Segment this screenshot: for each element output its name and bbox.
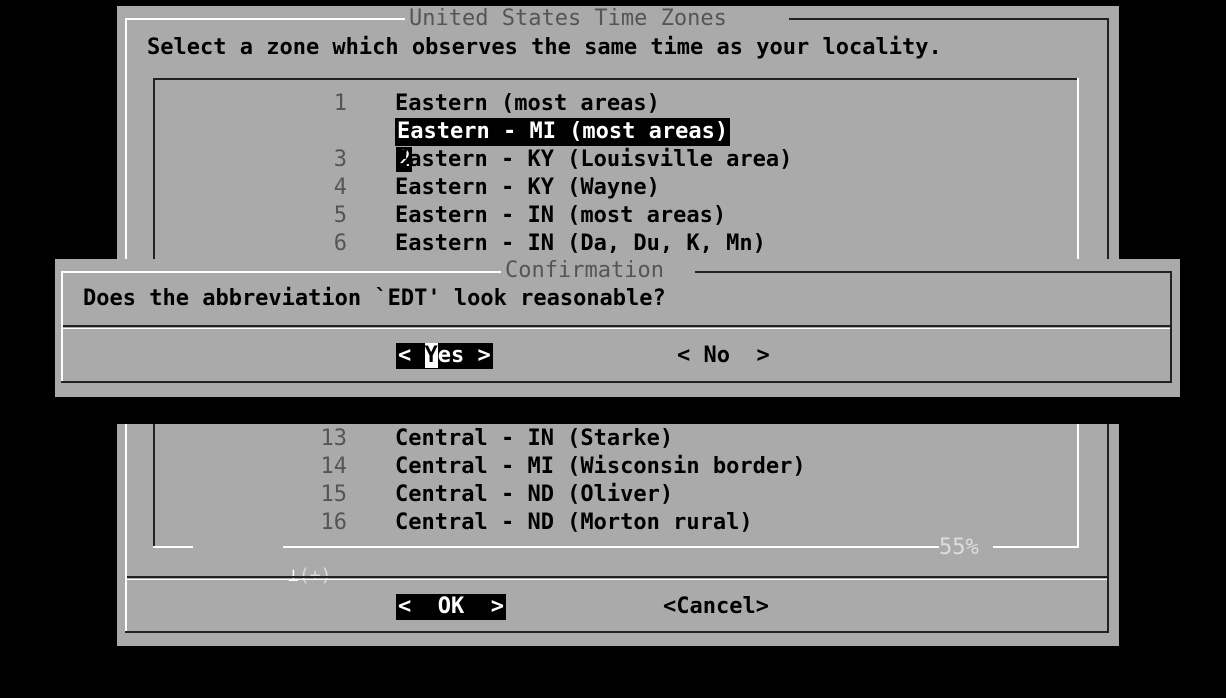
- button-separator-light: [127, 579, 1107, 580]
- confirm-border-left: [61, 271, 63, 383]
- cancel-button[interactable]: <Cancel>: [661, 594, 771, 620]
- list-item[interactable]: Eastern - IN (Da, Du, K, Mn): [395, 230, 766, 258]
- confirm-border-top-right: [695, 271, 1172, 273]
- list-item-number: 15: [320, 482, 348, 507]
- main-dialog-title: United States Time Zones: [409, 6, 727, 31]
- list-item[interactable]: Central - IN (Starke): [395, 425, 673, 453]
- yes-button[interactable]: < Yes >: [396, 343, 493, 369]
- list-item-number: 3: [333, 147, 347, 172]
- main-dialog-border-top-right: [789, 18, 1109, 20]
- main-dialog-prompt: Select a zone which observes the same ti…: [147, 35, 942, 60]
- confirmation-title: Confirmation: [505, 258, 664, 283]
- scroll-percent: 55%: [939, 535, 979, 560]
- list-item-number: 14: [320, 454, 348, 479]
- list-item[interactable]: Eastern (most areas): [395, 90, 660, 118]
- confirm-border-right: [1170, 271, 1172, 383]
- list-item-selected[interactable]: Eastern - MI (most areas): [395, 118, 731, 146]
- list-item-number: 6: [333, 231, 347, 256]
- main-dialog-border-top-left: [125, 18, 405, 20]
- list-item-number: 5: [333, 203, 347, 228]
- ok-button[interactable]: < OK >: [396, 594, 506, 620]
- confirm-separator-light: [63, 328, 1170, 329]
- confirm-border-top-left: [61, 271, 501, 273]
- list-border-top: [153, 78, 1079, 80]
- list-item-number: 13: [320, 426, 348, 451]
- list-item-number: 1: [333, 91, 347, 116]
- list-item[interactable]: Central - MI (Wisconsin border): [395, 453, 806, 481]
- confirm-separator-dark: [63, 325, 1170, 327]
- list-item-number: 4: [333, 175, 347, 200]
- button-separator-dark: [127, 576, 1107, 578]
- list-border-bottom-left: [153, 546, 193, 548]
- no-button[interactable]: < No >: [675, 343, 772, 369]
- yes-button-rest: es >: [437, 343, 491, 368]
- list-item[interactable]: Central - ND (Oliver): [395, 481, 673, 509]
- yes-button-hotkey: Y: [424, 343, 438, 368]
- list-item-number: 16: [320, 510, 348, 535]
- confirmation-question: Does the abbreviation `EDT' look reasona…: [83, 286, 666, 311]
- confirmation-dialog: Confirmation Does the abbreviation `EDT'…: [55, 258, 1180, 397]
- yes-button-left: <: [398, 343, 425, 368]
- list-item[interactable]: Eastern - KY (Louisville area): [395, 146, 792, 174]
- list-item[interactable]: Eastern - KY (Wayne): [395, 174, 660, 202]
- list-border-bottom-right: [993, 546, 1079, 548]
- list-item[interactable]: Central - ND (Morton rural): [395, 509, 753, 537]
- list-border-bottom-mid: [283, 546, 939, 548]
- confirm-border-bottom: [61, 381, 1172, 383]
- list-item[interactable]: Eastern - IN (most areas): [395, 202, 726, 230]
- main-dialog-border-bottom: [125, 631, 1109, 633]
